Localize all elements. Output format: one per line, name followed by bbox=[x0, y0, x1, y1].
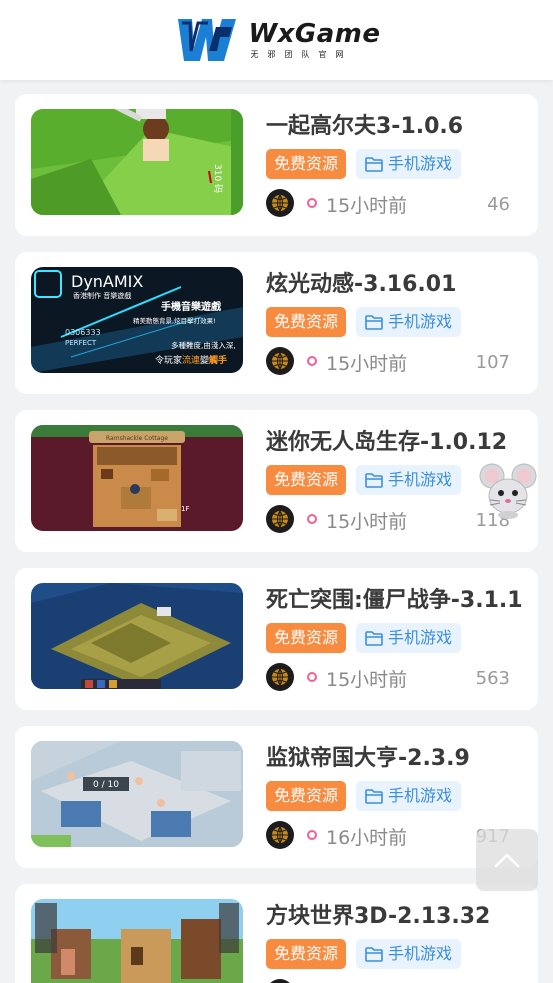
time-dot-icon bbox=[307, 514, 317, 524]
category-label: 手机游戏 bbox=[388, 628, 453, 647]
site-header: WxGame 无邪团队官网 bbox=[0, 0, 553, 80]
author-avatar[interactable] bbox=[266, 347, 294, 375]
post-card[interactable]: 方块世界3D-2.13.32 免费资源 手机游戏 bbox=[15, 884, 538, 983]
free-resource-badge[interactable]: 免费资源 bbox=[266, 939, 347, 969]
post-title[interactable]: 迷你无人岛生存-1.0.12 bbox=[266, 424, 507, 456]
prison-counter-text: 0 / 10 bbox=[93, 780, 119, 790]
site-logo[interactable]: WxGame 无邪团队官网 bbox=[172, 17, 380, 63]
dynamix-line3-text: 多種難度,由淺入深, bbox=[171, 340, 236, 350]
post-card[interactable]: 死亡突围:僵尸战争-3.1.1 免费资源 手机游戏 15小时前 563 bbox=[15, 568, 538, 710]
logo-name: WxGame bbox=[248, 19, 381, 49]
category-tag[interactable]: 手机游戏 bbox=[356, 149, 462, 179]
golf-game-image: 310 码 bbox=[31, 109, 243, 215]
folder-icon bbox=[365, 156, 383, 172]
post-time: 15小时前 bbox=[326, 353, 408, 375]
category-label: 手机游戏 bbox=[388, 154, 453, 173]
mouse-mascot-icon[interactable] bbox=[478, 462, 538, 520]
post-thumbnail[interactable]: 310 码 bbox=[31, 109, 243, 215]
view-count: 107 bbox=[475, 352, 510, 373]
dynamix-line1-text: 手機音樂遊戲 bbox=[161, 300, 222, 313]
island-floor-text: 1F bbox=[181, 505, 189, 513]
post-time: 16小时前 bbox=[326, 827, 408, 849]
category-tag[interactable]: 手机游戏 bbox=[356, 465, 462, 495]
post-title[interactable]: 监狱帝国大亨-2.3.9 bbox=[266, 740, 470, 772]
globe-icon bbox=[272, 510, 288, 528]
folder-icon bbox=[365, 946, 383, 962]
category-tag[interactable]: 手机游戏 bbox=[356, 781, 462, 811]
author-avatar[interactable] bbox=[266, 663, 294, 691]
dynamix-line2-text: 精美動態背景,炫目擊打效果! bbox=[133, 316, 216, 325]
block-world-game-image bbox=[31, 899, 243, 983]
post-thumbnail[interactable] bbox=[31, 899, 243, 983]
post-card[interactable]: 310 码 一起高尔夫3-1.0.6 免费资源 手机游戏 15小时前 46 bbox=[15, 94, 538, 236]
folder-icon bbox=[365, 472, 383, 488]
logo-mark-icon bbox=[178, 19, 237, 61]
time-dot-icon bbox=[307, 830, 317, 840]
globe-icon bbox=[272, 352, 288, 370]
category-label: 手机游戏 bbox=[388, 786, 453, 805]
time-dot-icon bbox=[307, 672, 317, 682]
post-title[interactable]: 方块世界3D-2.13.32 bbox=[266, 898, 490, 930]
logo-subtitle: 无邪团队官网 bbox=[250, 50, 353, 59]
dynamix-logo-text: DynAMIX bbox=[71, 272, 143, 291]
category-tag[interactable]: 手机游戏 bbox=[356, 939, 462, 969]
post-thumbnail[interactable] bbox=[31, 583, 243, 689]
category-label: 手机游戏 bbox=[388, 312, 453, 331]
category-tag[interactable]: 手机游戏 bbox=[356, 307, 462, 337]
island-game-image: Ramshackle Cottage 1F bbox=[31, 425, 243, 531]
free-resource-badge[interactable]: 免费资源 bbox=[266, 623, 347, 653]
post-title[interactable]: 一起高尔夫3-1.0.6 bbox=[266, 108, 463, 140]
time-dot-icon bbox=[307, 198, 317, 208]
dynamix-perfect-text: PERFECT bbox=[65, 339, 97, 347]
category-label: 手机游戏 bbox=[388, 944, 453, 963]
author-avatar[interactable] bbox=[266, 821, 294, 849]
free-resource-badge[interactable]: 免费资源 bbox=[266, 465, 347, 495]
author-avatar[interactable] bbox=[266, 505, 294, 533]
post-card[interactable]: 0 / 10 监狱帝国大亨-2.3.9 免费资源 手机游戏 16小时前 917 bbox=[15, 726, 538, 868]
globe-icon bbox=[272, 668, 288, 686]
folder-icon bbox=[365, 630, 383, 646]
dynamix-score-text: 0306333 bbox=[65, 328, 101, 337]
island-sign-text: Ramshackle Cottage bbox=[106, 435, 168, 442]
post-thumbnail[interactable]: Ramshackle Cottage 1F bbox=[31, 425, 243, 531]
globe-icon bbox=[272, 826, 288, 844]
post-card[interactable]: Ramshackle Cottage 1F 迷你无人岛生存-1.0.12 免费资… bbox=[15, 410, 538, 552]
chevron-up-icon bbox=[494, 853, 520, 868]
dynamix-line4-text: 令玩家流連變觸手 bbox=[155, 354, 227, 366]
post-title[interactable]: 炫光动感-3.16.01 bbox=[266, 266, 456, 298]
globe-icon bbox=[272, 194, 288, 212]
category-label: 手机游戏 bbox=[388, 470, 453, 489]
folder-icon bbox=[365, 788, 383, 804]
golf-distance-text: 310 码 bbox=[212, 164, 223, 193]
view-count: 46 bbox=[487, 194, 510, 215]
free-resource-badge[interactable]: 免费资源 bbox=[266, 307, 347, 337]
time-dot-icon bbox=[307, 356, 317, 366]
back-to-top-button[interactable] bbox=[476, 829, 538, 891]
post-time: 15小时前 bbox=[326, 195, 408, 217]
post-thumbnail[interactable]: DynAMIX 香港制作 音樂遊戲 手機音樂遊戲 精美動態背景,炫目擊打效果! … bbox=[31, 267, 243, 373]
author-avatar[interactable] bbox=[266, 189, 294, 217]
post-thumbnail[interactable]: 0 / 10 bbox=[31, 741, 243, 847]
prison-tycoon-game-image: 0 / 10 bbox=[31, 741, 243, 847]
zombie-war-game-image bbox=[31, 583, 243, 689]
view-count: 563 bbox=[475, 668, 510, 689]
dynamix-sub-text: 香港制作 音樂遊戲 bbox=[73, 291, 131, 300]
post-title[interactable]: 死亡突围:僵尸战争-3.1.1 bbox=[266, 582, 523, 614]
post-time: 15小时前 bbox=[326, 669, 408, 691]
free-resource-badge[interactable]: 免费资源 bbox=[266, 781, 347, 811]
folder-icon bbox=[365, 314, 383, 330]
post-time: 15小时前 bbox=[326, 511, 408, 533]
post-card[interactable]: DynAMIX 香港制作 音樂遊戲 手機音樂遊戲 精美動態背景,炫目擊打效果! … bbox=[15, 252, 538, 394]
dynamix-game-image: DynAMIX 香港制作 音樂遊戲 手機音樂遊戲 精美動態背景,炫目擊打效果! … bbox=[31, 267, 243, 373]
category-tag[interactable]: 手机游戏 bbox=[356, 623, 462, 653]
free-resource-badge[interactable]: 免费资源 bbox=[266, 149, 347, 179]
author-avatar[interactable] bbox=[266, 979, 294, 983]
